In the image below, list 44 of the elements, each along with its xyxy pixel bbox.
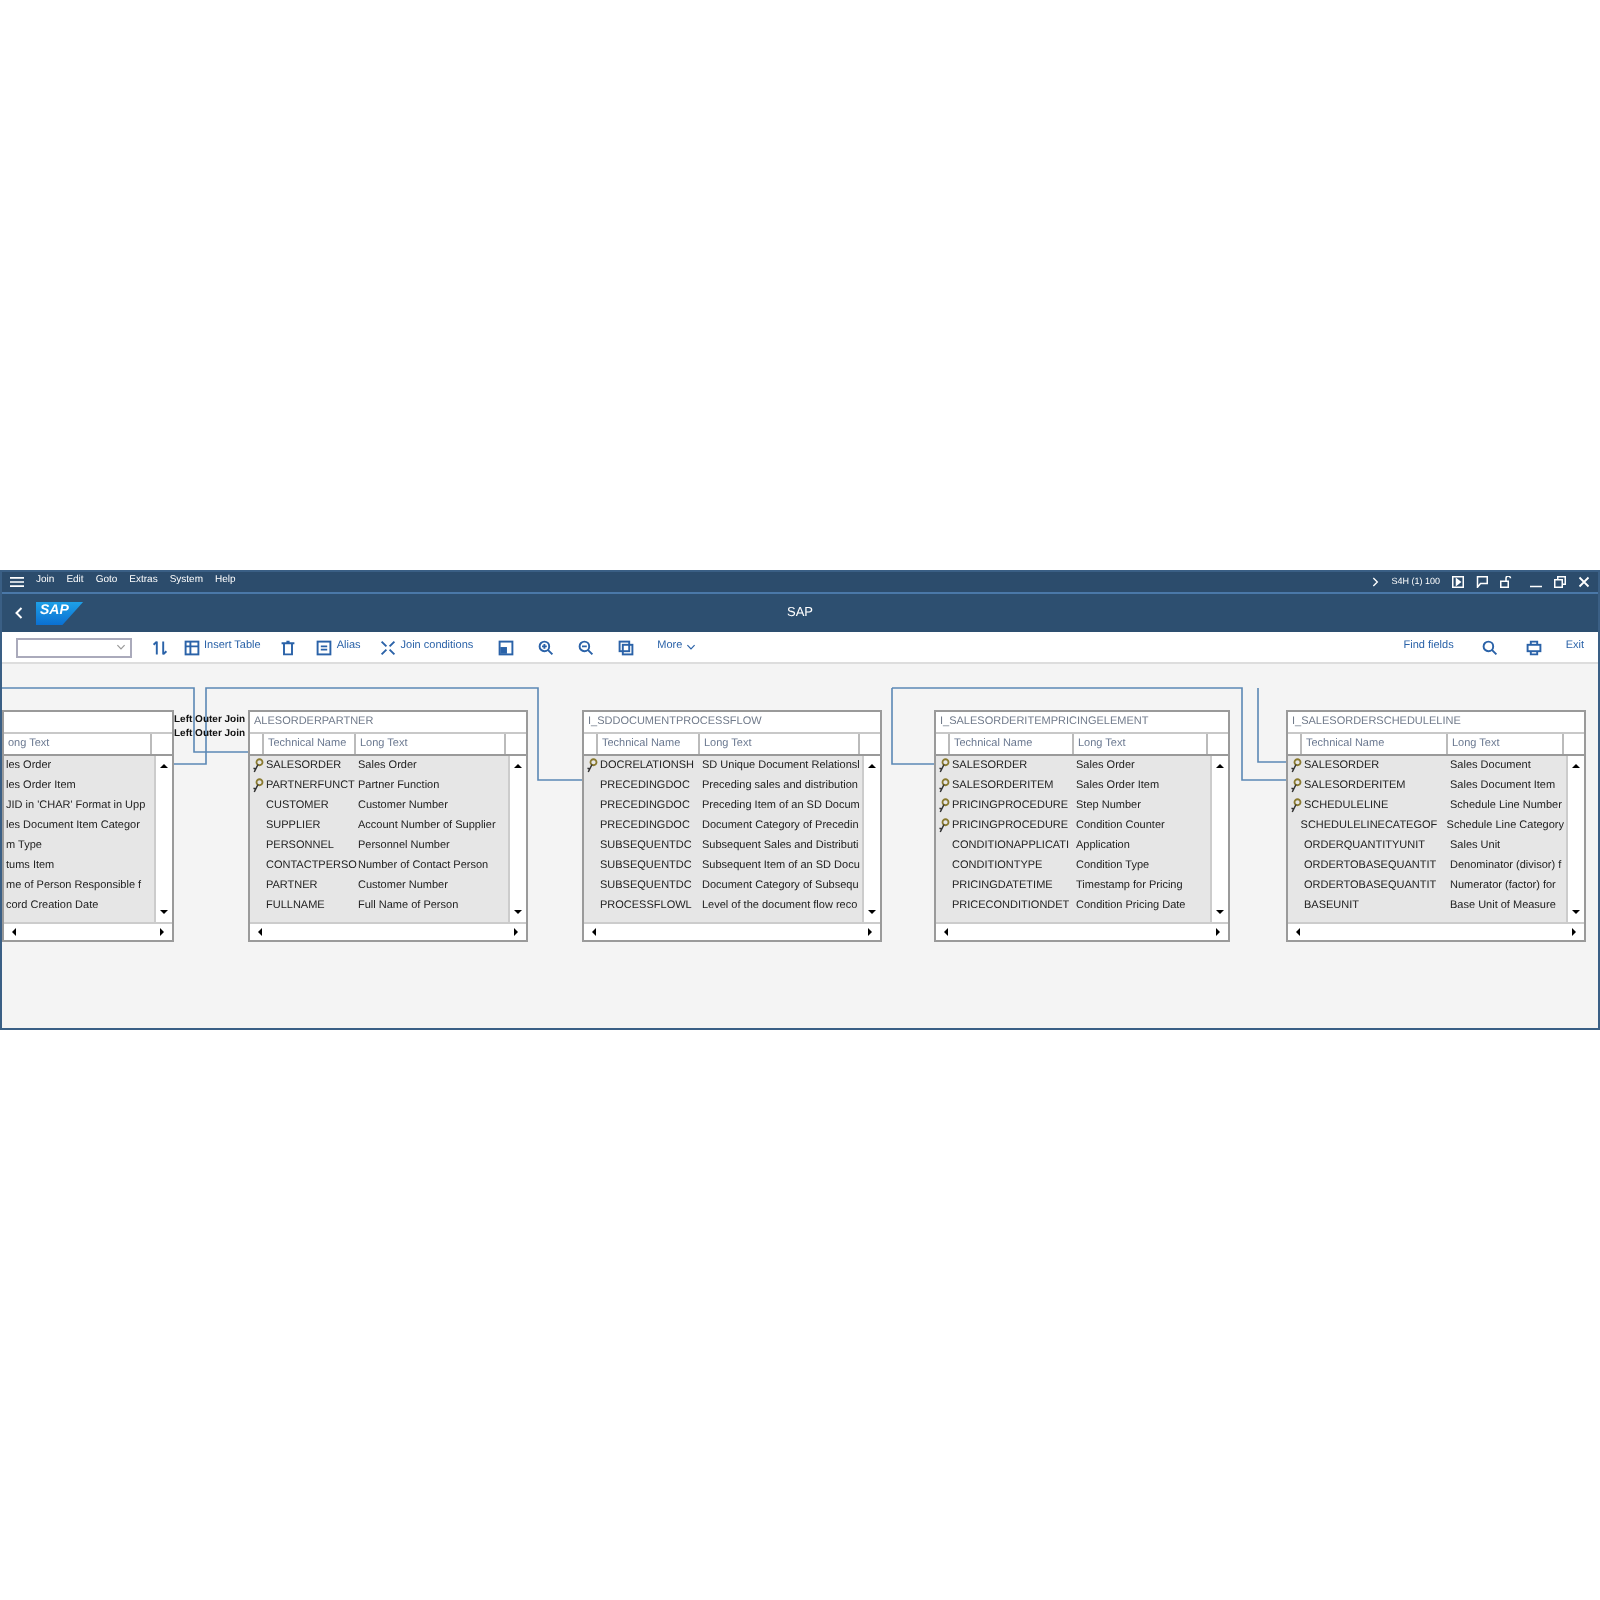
printer-icon[interactable]	[1525, 639, 1542, 655]
key-icon	[937, 798, 949, 814]
horizontal-scrollbar[interactable]	[1288, 922, 1584, 940]
table-card[interactable]	[1286, 710, 1586, 942]
search-icon[interactable]	[1481, 639, 1498, 655]
table-card[interactable]	[934, 710, 1230, 942]
restore-icon[interactable]	[1554, 576, 1566, 588]
key-icon	[1289, 778, 1301, 794]
caret-icon	[686, 644, 697, 650]
lock-icon[interactable]	[1500, 576, 1512, 588]
horizontal-scrollbar[interactable]	[250, 922, 526, 940]
caret-icon	[116, 644, 126, 650]
screen-icon[interactable]	[1452, 576, 1464, 588]
zoom-in-icon[interactable]	[537, 639, 554, 655]
table-card[interactable]	[582, 710, 882, 942]
horizontal-scrollbar[interactable]	[584, 922, 880, 940]
trash-icon[interactable]	[280, 639, 297, 655]
key-icon	[251, 778, 263, 794]
vertical-scrollbar[interactable]	[508, 756, 526, 922]
layout-icon[interactable]	[497, 639, 514, 655]
menu-icon[interactable]	[10, 576, 24, 588]
dropdown-field[interactable]	[16, 637, 132, 657]
copy-icon[interactable]	[617, 639, 634, 655]
vertical-scrollbar[interactable]	[1566, 756, 1584, 922]
close-icon[interactable]	[1578, 576, 1590, 588]
chevron-right-icon[interactable]	[1371, 576, 1380, 588]
key-icon	[1289, 798, 1301, 814]
key-icon	[937, 758, 949, 774]
vertical-scrollbar[interactable]	[862, 756, 880, 922]
vertical-scrollbar[interactable]	[1210, 756, 1228, 922]
horizontal-scrollbar[interactable]	[936, 922, 1228, 940]
back-icon[interactable]	[14, 606, 24, 620]
vertical-scrollbar[interactable]	[154, 756, 172, 922]
horizontal-scrollbar[interactable]	[4, 922, 172, 940]
zoom-out-icon[interactable]	[577, 639, 594, 655]
table-icon[interactable]	[184, 639, 200, 655]
key-icon	[251, 758, 263, 774]
key-icon	[585, 758, 597, 774]
list-icon[interactable]	[316, 639, 333, 655]
chat-icon[interactable]	[1476, 576, 1488, 588]
key-icon	[937, 818, 949, 834]
key-icon	[937, 778, 949, 794]
table-card[interactable]	[248, 710, 528, 942]
key-icon	[1289, 758, 1301, 774]
